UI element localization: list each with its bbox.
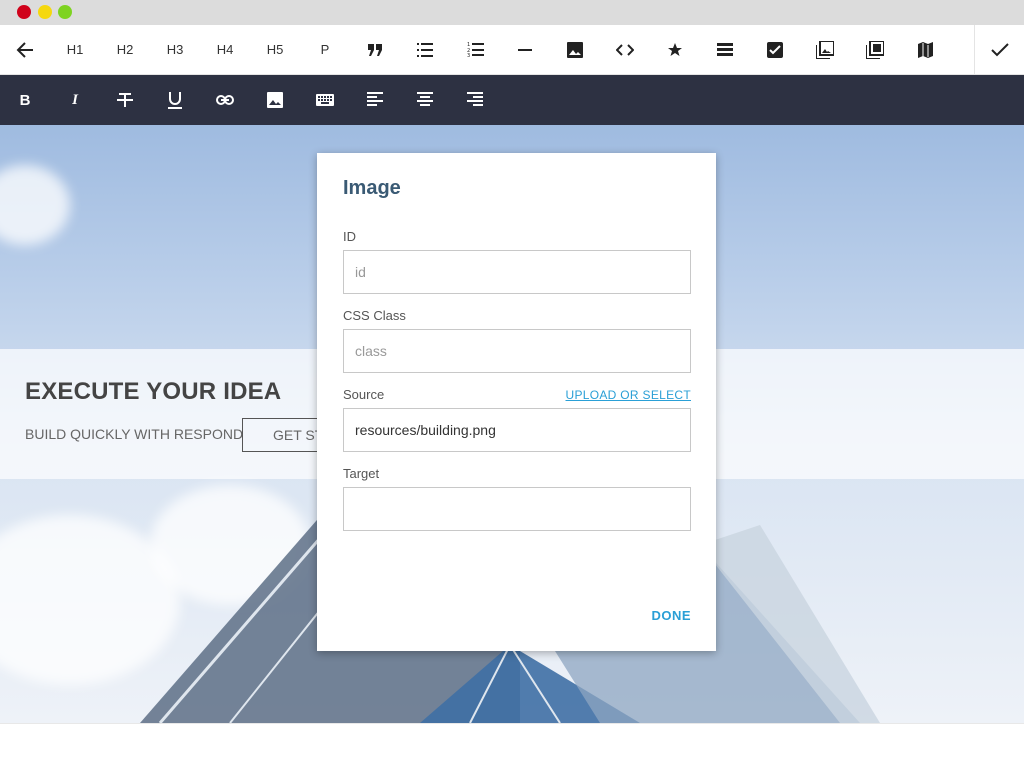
checkbox-icon <box>767 41 783 58</box>
check-icon <box>991 42 1009 56</box>
block-toolbar: H1 H2 H3 H4 H5 P 123 <box>0 25 1024 75</box>
align-left-icon <box>367 92 383 106</box>
css-class-label: CSS Class <box>343 308 406 323</box>
numbered-list-icon: 123 <box>467 42 484 57</box>
hero-subline: BUILD QUICKLY WITH RESPOND <box>25 426 244 442</box>
code-icon <box>616 43 634 56</box>
link-button[interactable] <box>200 75 250 125</box>
image-block-button[interactable] <box>550 25 600 74</box>
dialog-title: Image <box>343 177 401 199</box>
gallery-button[interactable] <box>800 25 850 74</box>
align-center-icon <box>417 92 433 106</box>
insert-image-button[interactable] <box>250 75 300 125</box>
table-icon <box>717 43 733 56</box>
italic-button[interactable]: I <box>50 75 100 125</box>
h4-button[interactable]: H4 <box>200 25 250 74</box>
quote-icon <box>368 43 382 56</box>
code-button[interactable] <box>600 25 650 74</box>
strikethrough-button[interactable] <box>100 75 150 125</box>
source-field[interactable] <box>343 408 691 452</box>
image-icon <box>567 41 583 58</box>
align-left-button[interactable] <box>350 75 400 125</box>
slideshow-icon <box>866 40 884 59</box>
confirm-button[interactable] <box>975 25 1024 74</box>
map-button[interactable] <box>900 25 950 74</box>
hero-headline: EXECUTE YOUR IDEA <box>25 378 282 405</box>
keyboard-button[interactable] <box>300 75 350 125</box>
arrow-left-icon <box>16 41 33 58</box>
upload-or-select-link[interactable]: UPLOAD OR SELECT <box>566 388 692 402</box>
slideshow-button[interactable] <box>850 25 900 74</box>
keyboard-icon <box>316 94 334 106</box>
back-button[interactable] <box>0 25 50 74</box>
link-icon <box>216 95 234 105</box>
map-icon <box>917 41 933 58</box>
source-label: Source <box>343 387 385 402</box>
page-bottom-area <box>0 723 1024 769</box>
quote-button[interactable] <box>350 25 400 74</box>
align-center-button[interactable] <box>400 75 450 125</box>
close-window-button[interactable] <box>17 5 31 19</box>
maximize-window-button[interactable] <box>58 5 72 19</box>
minimize-window-button[interactable] <box>38 5 52 19</box>
numbered-list-button[interactable]: 123 <box>450 25 500 74</box>
align-right-icon <box>467 92 483 106</box>
star-button[interactable] <box>650 25 700 74</box>
align-right-button[interactable] <box>450 75 500 125</box>
bold-icon: B <box>19 91 31 109</box>
underline-icon <box>168 91 182 109</box>
svg-text:3: 3 <box>467 53 470 57</box>
h1-button[interactable]: H1 <box>50 25 100 74</box>
italic-icon: I <box>72 91 78 108</box>
image-icon <box>267 92 283 108</box>
table-button[interactable] <box>700 25 750 74</box>
paragraph-button[interactable]: P <box>300 25 350 74</box>
underline-button[interactable] <box>150 75 200 125</box>
target-label: Target <box>343 466 380 481</box>
checkbox-button[interactable] <box>750 25 800 74</box>
format-toolbar: B I <box>0 75 1024 125</box>
h2-button[interactable]: H2 <box>100 25 150 74</box>
h3-button[interactable]: H3 <box>150 25 200 74</box>
bold-button[interactable]: B <box>0 75 50 125</box>
done-button[interactable]: DONE <box>651 608 691 623</box>
horizontal-rule-icon <box>518 48 532 51</box>
id-field[interactable] <box>343 250 691 294</box>
target-field[interactable] <box>343 487 691 531</box>
css-class-field[interactable] <box>343 329 691 373</box>
h5-button[interactable]: H5 <box>250 25 300 74</box>
horizontal-rule-button[interactable] <box>500 25 550 74</box>
star-icon <box>668 42 682 56</box>
gallery-icon <box>816 40 834 59</box>
image-properties-dialog: Image ID CSS Class Source UPLOAD OR SELE… <box>317 153 716 651</box>
bullet-list-button[interactable] <box>400 25 450 74</box>
bullet-list-icon <box>417 42 433 57</box>
strikethrough-icon <box>117 93 133 107</box>
window-titlebar <box>0 0 1024 25</box>
id-label: ID <box>343 229 356 244</box>
